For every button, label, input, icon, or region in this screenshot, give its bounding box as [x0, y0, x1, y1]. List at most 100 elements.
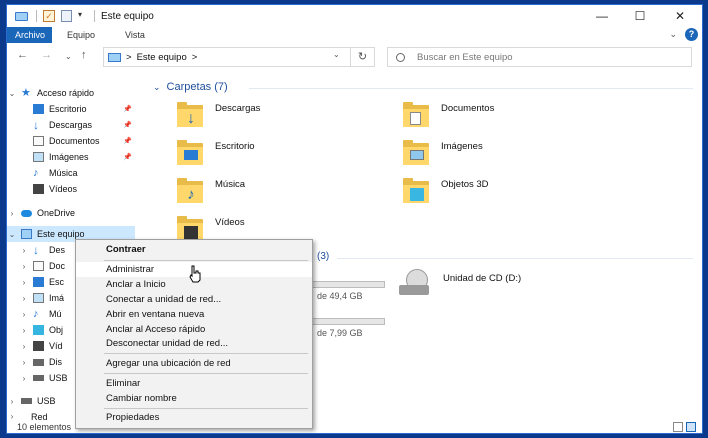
folder-name: Música — [215, 179, 246, 190]
music-icon: ♪ — [33, 308, 39, 320]
address-sep: > — [191, 51, 198, 63]
search-input[interactable]: Buscar en Este equipo — [387, 47, 692, 67]
devices-group-header[interactable]: (3) — [317, 251, 329, 262]
menu-item-contraer[interactable]: Contraer — [76, 242, 312, 257]
sidebar-label: OneDrive — [37, 208, 76, 218]
desktop-icon — [33, 277, 44, 287]
address-dropdown-icon[interactable]: ⌄ — [333, 50, 340, 59]
details-view-icon[interactable] — [673, 422, 683, 432]
folder-escritorio[interactable]: Escritorio — [175, 139, 385, 173]
back-arrow-icon[interactable]: ← — [17, 49, 28, 61]
sidebar-item-onedrive[interactable]: › OneDrive — [7, 205, 135, 221]
navigation-bar: ← → ⌄ ↑ > Este equipo > ⌄ ↻ Buscar en Es… — [7, 45, 702, 69]
this-pc-icon — [15, 11, 28, 21]
tab-archivo[interactable]: Archivo — [7, 27, 52, 43]
sidebar-item-videos[interactable]: Vídeos — [7, 181, 135, 197]
folder-musica[interactable]: ♪ Música — [175, 177, 385, 211]
menu-item-eliminar[interactable]: Eliminar — [76, 376, 312, 391]
menu-item-propiedades[interactable]: Propiedades — [76, 410, 312, 425]
title-bar: ✓ ▾ Este equipo — ☐ ✕ — [7, 5, 702, 27]
pin-icon: 📌 — [123, 154, 132, 161]
this-pc-icon — [21, 229, 32, 239]
folder-name: Descargas — [215, 103, 261, 114]
sidebar-label: USB — [37, 396, 56, 406]
sidebar-label: Acceso rápido — [37, 88, 95, 98]
collapse-icon[interactable]: ⌄ — [153, 82, 161, 93]
pictures-icon — [33, 152, 44, 162]
file-explorer-window: ✓ ▾ Este equipo — ☐ ✕ Archivo Equipo Vis… — [6, 4, 703, 434]
sidebar-label: USB — [49, 373, 68, 383]
sidebar-label: Vídeos — [49, 184, 78, 194]
folders-group-header[interactable]: ⌄ Carpetas (7) — [153, 81, 228, 93]
menu-item-conectar-unidad-red[interactable]: Conectar a unidad de red... — [76, 292, 312, 307]
expand-ribbon-icon[interactable]: ⌄ — [669, 29, 677, 40]
menu-item-cambiar-nombre[interactable]: Cambiar nombre — [76, 391, 312, 406]
up-arrow-icon[interactable]: ↑ — [81, 49, 87, 61]
drive-icon — [33, 358, 44, 366]
group-title: (3) — [317, 251, 330, 262]
expand-icon[interactable]: ⌄ — [7, 230, 17, 239]
folder-descargas[interactable]: ↓ Descargas — [175, 101, 385, 135]
sidebar-item-quick-access[interactable]: ⌄ ★ Acceso rápido — [7, 85, 135, 101]
expand-icon[interactable]: › — [7, 209, 17, 218]
music-icon: ♪ — [33, 167, 39, 179]
pin-icon: 📌 — [123, 138, 132, 145]
address-segment[interactable]: Este equipo — [137, 52, 187, 63]
menu-item-desconectar-unidad-red[interactable]: Desconectar unidad de red... — [76, 336, 312, 351]
sidebar-label: Doc — [49, 261, 66, 271]
folder-objetos-3d[interactable]: Objetos 3D — [401, 177, 611, 211]
folder-name: Documentos — [441, 103, 495, 114]
pictures-folder-icon — [401, 139, 431, 169]
cloud-icon — [21, 209, 32, 217]
expand-icon[interactable]: ⌄ — [7, 89, 17, 98]
folder-imagenes[interactable]: Imágenes — [401, 139, 611, 173]
sidebar-item-imagenes[interactable]: Imágenes 📌 — [7, 149, 135, 165]
refresh-button[interactable]: ↻ — [351, 47, 375, 67]
menu-item-agregar-ubicacion-red[interactable]: Agregar una ubicación de red — [76, 356, 312, 371]
tab-vista[interactable]: Vista — [117, 27, 153, 43]
folder-name: Escritorio — [215, 141, 255, 152]
usb-drive-icon — [33, 375, 44, 381]
sidebar-item-descargas[interactable]: ↓ Descargas 📌 — [7, 117, 135, 133]
folder-documentos[interactable]: Documentos — [401, 101, 611, 135]
hand-cursor-icon — [189, 265, 201, 283]
music-folder-icon: ♪ — [175, 177, 205, 207]
search-placeholder: Buscar en Este equipo — [417, 51, 513, 63]
downloads-folder-icon: ↓ — [175, 101, 205, 131]
ribbon-tabs: Archivo Equipo Vista ⌄ ? — [7, 27, 702, 43]
forward-arrow-icon[interactable]: → — [41, 49, 52, 61]
close-button[interactable]: ✕ — [657, 5, 702, 27]
address-bar[interactable]: > Este equipo > — [103, 47, 351, 67]
menu-item-abrir-ventana-nueva[interactable]: Abrir en ventana nueva — [76, 307, 312, 322]
cube-3d-icon — [33, 325, 44, 335]
folder-name: Vídeos — [215, 217, 245, 228]
drive-c-usage-bar — [307, 281, 385, 288]
usb-drive-icon — [21, 398, 32, 404]
sidebar-item-documentos[interactable]: Documentos 📌 — [7, 133, 135, 149]
help-icon[interactable]: ? — [685, 28, 698, 41]
download-icon: ↓ — [33, 118, 39, 132]
expand-icon[interactable]: › — [7, 397, 17, 406]
sidebar-label: Des — [49, 245, 66, 255]
pin-icon: 📌 — [123, 122, 132, 129]
menu-item-anclar-acceso-rapido[interactable]: Anclar al Acceso rápido — [76, 322, 312, 337]
cd-drive-d[interactable]: Unidad de CD (D:) — [399, 269, 609, 303]
tab-equipo[interactable]: Equipo — [59, 27, 103, 43]
new-folder-icon[interactable] — [61, 10, 72, 22]
download-icon: ↓ — [33, 243, 39, 257]
sidebar-label: Víd — [49, 341, 63, 351]
customize-toolbar-icon[interactable]: ▾ — [78, 10, 86, 22]
sidebar-label: Descargas — [49, 120, 93, 130]
cd-drive-icon — [399, 269, 429, 299]
large-icons-view-icon[interactable] — [686, 422, 696, 432]
sidebar-item-escritorio[interactable]: Escritorio 📌 — [7, 101, 135, 117]
this-pc-icon — [108, 52, 121, 62]
sidebar-label: Obj — [49, 325, 64, 335]
drive-name: Unidad de CD (D:) — [443, 273, 522, 284]
properties-icon[interactable]: ✓ — [43, 10, 55, 22]
window-title: Este equipo — [101, 10, 154, 22]
sidebar-item-musica[interactable]: ♪ Música — [7, 165, 135, 181]
pictures-icon — [33, 293, 44, 303]
recent-locations-icon[interactable]: ⌄ — [65, 52, 72, 61]
pin-icon: 📌 — [123, 106, 132, 113]
